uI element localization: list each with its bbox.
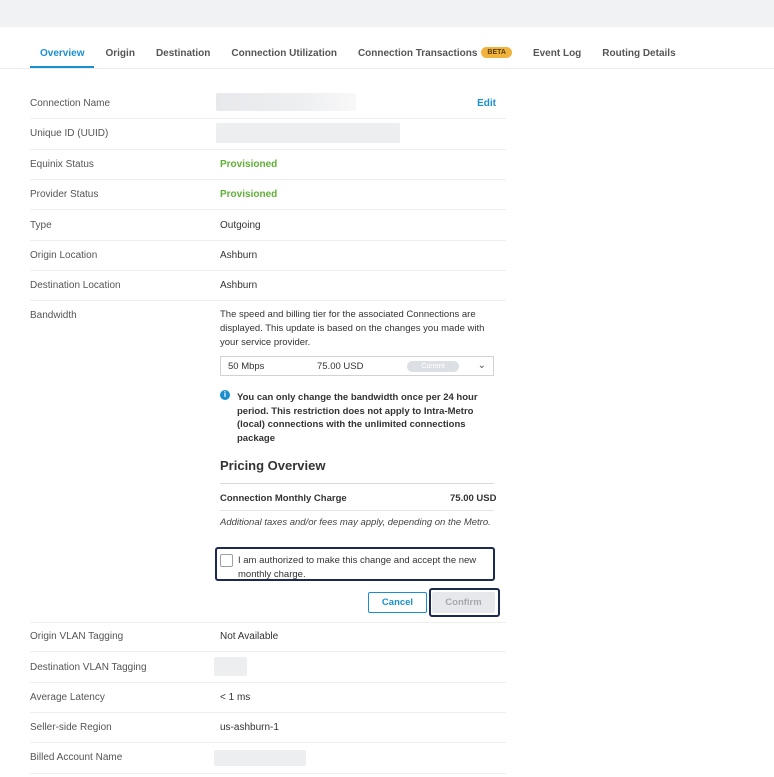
destination-location-label: Destination Location xyxy=(30,280,121,291)
tab-event-log[interactable]: Event Log xyxy=(533,40,581,60)
equinix-status-value: Provisioned xyxy=(220,159,278,170)
row-latency: Average Latency < 1 ms xyxy=(30,683,506,713)
billed-account-label: Billed Account Name xyxy=(30,752,123,763)
authorize-checkbox[interactable] xyxy=(220,554,233,567)
type-value: Outgoing xyxy=(220,220,261,231)
edit-link[interactable]: Edit xyxy=(477,98,496,109)
bandwidth-price: 75.00 USD xyxy=(317,360,364,372)
chevron-down-icon[interactable]: ⌄ xyxy=(478,360,486,371)
tab-divider xyxy=(0,68,774,69)
uuid-label: Unique ID (UUID) xyxy=(30,128,109,139)
billed-account-value-redacted xyxy=(214,750,306,766)
confirm-button[interactable]: Confirm xyxy=(432,592,495,613)
row-destination-vlan: Destination VLAN Tagging xyxy=(30,652,506,683)
bandwidth-select[interactable]: 50 Mbps 75.00 USD Current ⌄ xyxy=(220,356,494,376)
row-origin-location: Origin Location Ashburn xyxy=(30,241,506,271)
row-provider-status: Provider Status Provisioned xyxy=(30,180,506,210)
cancel-button[interactable]: Cancel xyxy=(368,592,427,613)
bandwidth-info-message: You can only change the bandwidth once p… xyxy=(237,392,478,444)
latency-value: < 1 ms xyxy=(220,692,251,703)
tab-destination[interactable]: Destination xyxy=(156,40,210,60)
info-icon: i xyxy=(220,390,230,400)
connection-name-value-redacted xyxy=(216,93,356,111)
bandwidth-label: Bandwidth xyxy=(30,310,77,321)
row-type: Type Outgoing xyxy=(30,210,506,241)
current-badge: Current xyxy=(407,361,459,372)
pricing-overview-title: Pricing Overview xyxy=(220,458,326,473)
destination-location-value: Ashburn xyxy=(220,280,258,291)
taxes-note: Additional taxes and/or fees may apply, … xyxy=(220,517,491,528)
top-bar xyxy=(0,0,774,27)
origin-location-label: Origin Location xyxy=(30,250,98,261)
uuid-value-redacted xyxy=(216,123,400,143)
tab-bar: Overview Origin Destination Connection U… xyxy=(30,40,697,68)
origin-vlan-value: Not Available xyxy=(220,631,279,642)
bandwidth-description: The speed and billing tier for the assoc… xyxy=(220,309,485,348)
seller-region-value: us-ashburn-1 xyxy=(220,722,279,733)
destination-vlan-value-redacted xyxy=(214,657,247,676)
row-uuid: Unique ID (UUID) xyxy=(30,119,506,150)
pricing-divider xyxy=(220,483,494,484)
monthly-charge-label: Connection Monthly Charge xyxy=(220,493,347,504)
tab-routing-details[interactable]: Routing Details xyxy=(602,40,675,60)
charge-divider xyxy=(220,510,494,511)
destination-vlan-label: Destination VLAN Tagging xyxy=(30,662,147,673)
row-origin-vlan: Origin VLAN Tagging Not Available xyxy=(30,622,506,652)
beta-badge: BETA xyxy=(481,47,512,58)
tab-origin[interactable]: Origin xyxy=(105,40,134,60)
origin-location-value: Ashburn xyxy=(220,250,258,261)
connection-name-label: Connection Name xyxy=(30,98,111,109)
provider-status-value: Provisioned xyxy=(220,189,278,200)
row-seller-region: Seller-side Region us-ashburn-1 xyxy=(30,713,506,743)
equinix-status-label: Equinix Status xyxy=(30,159,94,170)
origin-vlan-label: Origin VLAN Tagging xyxy=(30,631,124,642)
monthly-charge-value: 75.00 USD xyxy=(450,493,497,504)
tab-connection-utilization[interactable]: Connection Utilization xyxy=(231,40,337,60)
row-equinix-status: Equinix Status Provisioned xyxy=(30,150,506,180)
row-billed-account: Billed Account Name xyxy=(30,743,506,774)
row-destination-location: Destination Location Ashburn xyxy=(30,271,506,301)
provider-status-label: Provider Status xyxy=(30,189,99,200)
row-connection-name: Connection Name Edit xyxy=(30,89,506,119)
latency-label: Average Latency xyxy=(30,692,105,703)
bandwidth-speed: 50 Mbps xyxy=(228,360,265,372)
tab-overview[interactable]: Overview xyxy=(30,40,95,68)
tab-connection-transactions[interactable]: Connection Transactions BETA xyxy=(358,40,512,60)
authorize-text: I am authorized to make this change and … xyxy=(238,555,477,580)
type-label: Type xyxy=(30,220,52,231)
seller-region-label: Seller-side Region xyxy=(30,722,112,733)
